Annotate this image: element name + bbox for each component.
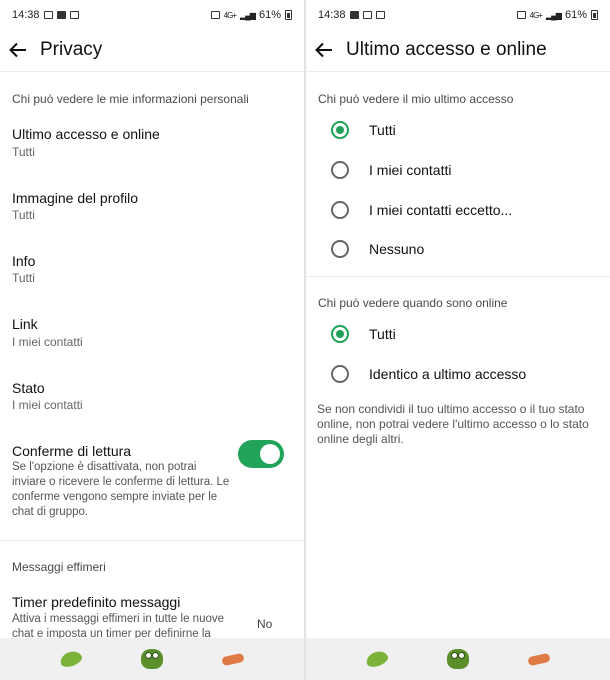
network-type: 4G+ xyxy=(223,10,237,20)
privacy-screen: 14:38 4G+ ▂▄▆ 61% Privacy Chi può vedere… xyxy=(0,0,304,680)
read-receipts-description: Se l'opzione è disattivata, non potrai i… xyxy=(12,461,230,518)
section-header-personal-info: Chi può vedere le mie informazioni perso… xyxy=(12,92,249,106)
signal-icon: ▂▄▆ xyxy=(239,10,256,20)
sticker-bar xyxy=(0,638,304,680)
divider xyxy=(0,71,304,72)
app-notification-icon xyxy=(349,11,359,19)
app-bar: Ultimo accesso e online xyxy=(306,30,610,70)
row-link-value: I miei contatti xyxy=(12,335,83,349)
battery-icon xyxy=(285,10,292,20)
radio-option-everyone[interactable]: Tutti xyxy=(306,110,610,150)
privacy-note: Se non condividi il tuo ultimo accesso o… xyxy=(317,402,589,446)
radio-label: Identico a ultimo accesso xyxy=(369,366,527,382)
radio-selected-icon[interactable] xyxy=(331,325,349,343)
leaf-sticker-icon[interactable] xyxy=(57,648,84,670)
radio-option-contacts-except[interactable]: I miei contatti eccetto... xyxy=(306,190,610,230)
radio-option-online-everyone[interactable]: Tutti xyxy=(306,314,610,354)
frog-sticker-icon[interactable] xyxy=(140,649,163,669)
status-time: 14:38 xyxy=(12,9,40,21)
radio-unselected-icon[interactable] xyxy=(331,365,349,383)
status-bar: 14:38 4G+ ▂▄▆ 61% xyxy=(306,0,610,30)
read-receipts-toggle[interactable] xyxy=(238,440,284,468)
divider xyxy=(306,276,610,277)
status-time: 14:38 xyxy=(318,9,346,21)
default-timer-title[interactable]: Timer predefinito messaggi xyxy=(12,594,180,610)
default-timer-value: No xyxy=(257,617,273,631)
row-status-value: I miei contatti xyxy=(12,398,83,412)
section-header-online: Chi può vedere quando sono online xyxy=(318,296,508,310)
screenshot-pair: 14:38 4G+ ▂▄▆ 61% Privacy Chi può vedere… xyxy=(0,0,610,680)
app-bar: Privacy xyxy=(0,30,304,70)
row-link-title[interactable]: Link xyxy=(12,316,38,332)
back-arrow-icon[interactable] xyxy=(312,38,336,62)
radio-option-my-contacts[interactable]: I miei contatti xyxy=(306,150,610,190)
section-header-last-seen: Chi può vedere il mio ultimo accesso xyxy=(318,92,514,106)
row-profile-photo-value: Tutti xyxy=(12,208,35,222)
leaf-sticker-icon[interactable] xyxy=(363,648,390,670)
divider xyxy=(306,71,610,72)
battery-icon xyxy=(591,10,598,20)
radio-label: Tutti xyxy=(369,326,396,342)
back-arrow-icon[interactable] xyxy=(6,38,30,62)
row-status-title[interactable]: Stato xyxy=(12,380,45,396)
radio-unselected-icon[interactable] xyxy=(331,161,349,179)
divider xyxy=(0,540,304,541)
page-title: Privacy xyxy=(40,39,103,60)
alarm-icon xyxy=(210,11,220,19)
shrimp-sticker-icon[interactable] xyxy=(527,652,552,666)
default-timer-description: Attiva i messaggi effimeri in tutte le n… xyxy=(12,613,225,640)
shrimp-sticker-icon[interactable] xyxy=(221,652,246,666)
page-title: Ultimo accesso e online xyxy=(346,39,547,60)
section-header-ephemeral: Messaggi effimeri xyxy=(12,560,106,574)
row-profile-photo-title[interactable]: Immagine del profilo xyxy=(12,190,138,206)
radio-label: Nessuno xyxy=(369,241,425,257)
radio-option-same-as-last-seen[interactable]: Identico a ultimo accesso xyxy=(306,354,610,394)
row-info-title[interactable]: Info xyxy=(12,253,35,269)
gallery-notification-icon xyxy=(375,11,385,19)
radio-label: I miei contatti eccetto... xyxy=(369,202,513,218)
radio-option-nobody[interactable]: Nessuno xyxy=(306,229,610,269)
read-receipts-title[interactable]: Conferme di lettura xyxy=(12,443,131,459)
signal-icon: ▂▄▆ xyxy=(545,10,562,20)
frog-sticker-icon[interactable] xyxy=(446,649,469,669)
radio-unselected-icon[interactable] xyxy=(331,201,349,219)
gallery-notification-icon xyxy=(43,11,53,19)
row-last-seen-value: Tutti xyxy=(12,145,35,159)
row-info-value: Tutti xyxy=(12,271,35,285)
toggle-knob xyxy=(260,444,280,464)
battery-level: 61% xyxy=(258,9,281,21)
radio-unselected-icon[interactable] xyxy=(331,240,349,258)
message-notification-icon xyxy=(69,11,79,19)
network-type: 4G+ xyxy=(529,10,543,20)
alarm-icon xyxy=(516,11,526,19)
radio-label: Tutti xyxy=(369,122,396,138)
radio-selected-icon[interactable] xyxy=(331,121,349,139)
sticker-bar xyxy=(306,638,610,680)
status-bar: 14:38 4G+ ▂▄▆ 61% xyxy=(0,0,304,30)
last-seen-online-screen: 14:38 4G+ ▂▄▆ 61% Ultimo accesso e onlin… xyxy=(306,0,610,680)
radio-label: I miei contatti xyxy=(369,162,452,178)
battery-level: 61% xyxy=(564,9,587,21)
row-last-seen-title[interactable]: Ultimo accesso e online xyxy=(12,126,160,142)
app-notification-icon xyxy=(56,11,66,19)
message-notification-icon xyxy=(362,11,372,19)
